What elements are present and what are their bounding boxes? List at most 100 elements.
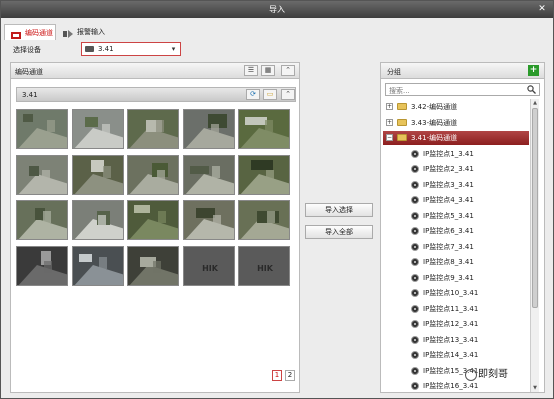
camera-thumbnail[interactable] bbox=[238, 154, 290, 195]
chevron-down-icon[interactable]: ▾ bbox=[169, 45, 178, 54]
expand-icon[interactable]: + bbox=[386, 103, 393, 110]
camera-icon bbox=[411, 180, 419, 189]
folder-icon[interactable]: ▭ bbox=[263, 89, 277, 100]
device-select[interactable]: 3.41 ▾ bbox=[81, 42, 181, 56]
folder-icon bbox=[397, 118, 407, 126]
tree-group-label: 3.42-编码通道 bbox=[411, 103, 458, 111]
tree-camera-item[interactable]: IP监控点4_3.41 bbox=[383, 193, 529, 207]
tab-label: 编码通道 bbox=[25, 29, 53, 37]
tree-camera-label: IP监控点5_3.41 bbox=[423, 211, 474, 220]
camera-thumbnail[interactable] bbox=[127, 200, 179, 240]
tree-camera-item[interactable]: IP监控点3_3.41 bbox=[383, 178, 529, 192]
tree-camera-item[interactable]: IP监控点11_3.41 bbox=[383, 302, 529, 316]
camera-icon bbox=[411, 211, 419, 220]
camera-thumbnail[interactable] bbox=[16, 200, 68, 240]
scroll-down-icon[interactable]: ▼ bbox=[531, 384, 539, 392]
camera-thumbnail[interactable] bbox=[16, 245, 68, 286]
tree-camera-label: IP监控点7_3.41 bbox=[423, 242, 474, 251]
camera-icon bbox=[411, 289, 419, 297]
add-group-icon[interactable]: + bbox=[528, 65, 539, 76]
camera-thumbnail[interactable] bbox=[238, 200, 290, 240]
camera-thumbnail[interactable] bbox=[182, 154, 235, 195]
tab-label: 报警输入 bbox=[77, 28, 105, 36]
tree-camera-item[interactable]: IP监控点1_3.41 bbox=[383, 147, 529, 161]
search-placeholder: 搜索... bbox=[389, 87, 410, 95]
camera-thumbnail[interactable]: HIK bbox=[238, 245, 290, 286]
device-select-label: 选择设备 bbox=[13, 46, 41, 54]
scroll-up-icon[interactable]: ▲ bbox=[531, 99, 539, 107]
tree-camera-item[interactable]: IP监控点10_3.41 bbox=[383, 286, 529, 300]
tree-camera-item[interactable]: IP监控点14_3.41 bbox=[383, 348, 529, 362]
tree-camera-label: IP监控点3_3.41 bbox=[423, 180, 474, 189]
search-input[interactable]: 搜索... bbox=[385, 83, 540, 96]
group-panel: 分组 + 搜索... +3.42-编码通道 +3.43-编码通道 −3.41-编码通… bbox=[380, 62, 545, 393]
camera-thumbnail[interactable] bbox=[182, 109, 235, 149]
camera-thumbnail[interactable] bbox=[71, 109, 124, 149]
refresh-icon[interactable]: ⟳ bbox=[246, 89, 260, 100]
camera-thumbnail[interactable] bbox=[127, 154, 179, 195]
tree-camera-item[interactable]: IP监控点5_3.41 bbox=[383, 209, 529, 223]
tab-encode-channel[interactable]: 编码通道 bbox=[4, 24, 56, 40]
camera-thumbnail[interactable] bbox=[71, 200, 124, 240]
dialog-title: 导入 bbox=[269, 5, 285, 14]
search-icon[interactable] bbox=[527, 85, 536, 94]
folder-icon bbox=[397, 103, 407, 110]
group-label: 3.41 bbox=[22, 91, 38, 99]
group-bar: 3.41 ⟳ ▭ ⌃ bbox=[16, 87, 296, 102]
tree-camera-item[interactable]: IP监控点6_3.41 bbox=[383, 224, 529, 238]
tree-camera-label: IP监控点9_3.41 bbox=[423, 273, 474, 282]
import-all-button[interactable]: 导入全部 bbox=[305, 225, 373, 239]
camera-icon bbox=[411, 304, 419, 313]
camera-thumbnail[interactable] bbox=[16, 154, 68, 195]
tree-camera-item[interactable]: IP监控点7_3.41 bbox=[383, 240, 529, 254]
page-1-button[interactable]: 1 bbox=[272, 370, 282, 381]
page-2-button[interactable]: 2 bbox=[285, 370, 295, 381]
tree-group-label: 3.41-编码通道 bbox=[411, 134, 458, 142]
camera-icon bbox=[411, 165, 419, 173]
tree-camera-label: IP监控点11_3.41 bbox=[423, 304, 479, 313]
tree-camera-label: IP监控点14_3.41 bbox=[423, 351, 479, 359]
camera-thumbnail[interactable]: HIK bbox=[182, 245, 235, 286]
tree-camera-item[interactable]: IP监控点13_3.41 bbox=[383, 333, 529, 347]
collapse-icon[interactable]: ⌃ bbox=[281, 65, 295, 76]
encode-channel-icon bbox=[11, 29, 21, 39]
tree-group-label: 3.43-编码通道 bbox=[411, 118, 458, 127]
expand-icon[interactable]: + bbox=[386, 118, 393, 126]
tree-camera-label: IP监控点1_3.41 bbox=[423, 149, 474, 158]
camera-icon bbox=[411, 366, 419, 375]
import-selected-button[interactable]: 导入选择 bbox=[305, 203, 373, 217]
tree-camera-item[interactable]: IP监控点12_3.41 bbox=[383, 317, 529, 331]
tree-camera-label: IP监控点6_3.41 bbox=[423, 227, 474, 235]
camera-icon bbox=[411, 242, 419, 251]
tree-camera-item[interactable]: IP监控点8_3.41 bbox=[383, 255, 529, 269]
camera-icon bbox=[411, 382, 419, 390]
tree-scrollbar[interactable]: ▲ ▼ bbox=[530, 99, 539, 392]
device-icon bbox=[85, 46, 94, 52]
grid-view-icon[interactable]: ▦ bbox=[261, 65, 275, 76]
camera-thumbnail[interactable] bbox=[16, 109, 68, 149]
tree-group-item[interactable]: +3.43-编码通道 bbox=[383, 116, 529, 130]
camera-thumbnail[interactable] bbox=[127, 245, 179, 286]
tree-camera-item[interactable]: IP监控点2_3.41 bbox=[383, 162, 529, 176]
list-view-icon[interactable]: ☰ bbox=[244, 65, 258, 76]
camera-icon bbox=[411, 273, 419, 282]
collapse-icon[interactable]: − bbox=[386, 134, 393, 141]
tree-group-item[interactable]: +3.42-编码通道 bbox=[383, 100, 529, 114]
camera-thumbnail[interactable] bbox=[127, 109, 179, 149]
tree-camera-item[interactable]: IP监控点9_3.41 bbox=[383, 271, 529, 285]
close-icon[interactable]: ✕ bbox=[534, 3, 550, 15]
tree-camera-label: IP监控点12_3.41 bbox=[423, 320, 479, 328]
channel-panel: 编码通道 ☰ ▦ ⌃ 3.41 ⟳ ▭ ⌃ HIK HIK 1 2 bbox=[10, 62, 300, 393]
camera-thumbnail[interactable] bbox=[71, 245, 124, 286]
tree-group-item[interactable]: − 3.41-编码通道 bbox=[383, 131, 529, 145]
device-select-value: 3.41 bbox=[98, 45, 114, 53]
camera-thumbnail[interactable] bbox=[71, 154, 124, 195]
tree-camera-label: IP监控点2_3.41 bbox=[423, 165, 474, 173]
camera-thumbnail[interactable] bbox=[238, 109, 290, 149]
camera-thumbnail[interactable] bbox=[182, 200, 235, 240]
watermark-logo-icon bbox=[465, 369, 477, 381]
scrollbar-thumb[interactable] bbox=[532, 108, 538, 308]
tab-alarm-input[interactable]: 报警输入 bbox=[57, 24, 113, 40]
collapse-group-icon[interactable]: ⌃ bbox=[281, 89, 295, 100]
camera-icon bbox=[411, 320, 419, 328]
